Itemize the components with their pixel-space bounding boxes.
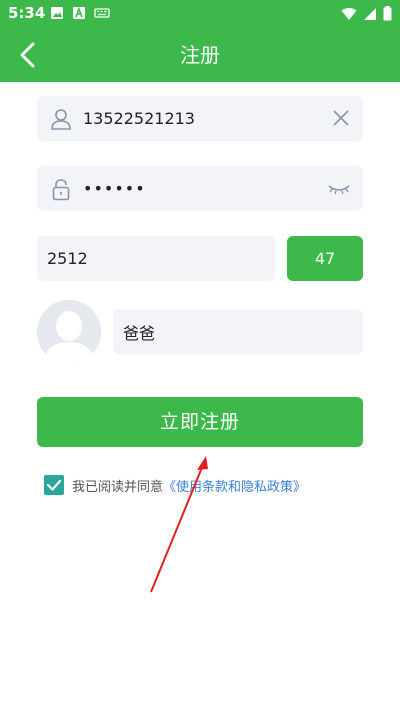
phone-input[interactable] (83, 96, 313, 141)
password-input[interactable] (83, 166, 313, 211)
keyboard-icon (94, 8, 110, 18)
agreement-checkbox[interactable] (44, 475, 64, 495)
page-title: 注册 (180, 43, 220, 67)
app-notification-icon (73, 6, 85, 19)
wifi-icon (341, 7, 357, 20)
phone-field (37, 96, 363, 141)
status-bar: 5:34 (0, 0, 400, 28)
status-system-icons (341, 6, 392, 21)
app-bar: 注册 (0, 28, 400, 82)
eye-closed-icon[interactable] (327, 178, 351, 198)
lock-icon (52, 179, 70, 201)
status-notification-icons (50, 6, 110, 20)
register-button[interactable]: 立即注册 (37, 397, 363, 447)
back-button[interactable] (12, 38, 46, 72)
agreement-text: 我已阅读并同意 (72, 479, 164, 495)
avatar[interactable] (37, 300, 101, 364)
password-field (37, 166, 363, 211)
back-arrow-icon (20, 42, 35, 68)
verification-code-input[interactable] (47, 236, 267, 281)
user-icon (51, 109, 71, 130)
cell-signal-icon (364, 7, 376, 20)
check-icon (46, 479, 62, 491)
battery-icon (383, 6, 392, 21)
default-avatar-icon (37, 300, 101, 364)
agreement-row: 我已阅读并同意 《使用条款和隐私政策》 (44, 474, 306, 496)
terms-privacy-link[interactable]: 《使用条款和隐私政策》 (163, 476, 306, 495)
gallery-icon (51, 7, 63, 19)
verification-code-field (37, 236, 275, 281)
clear-icon[interactable] (331, 108, 351, 128)
status-time: 5:34 (8, 4, 46, 22)
nickname-input[interactable] (123, 309, 353, 354)
get-code-button[interactable]: 47 (287, 236, 363, 281)
nickname-field (113, 309, 363, 354)
